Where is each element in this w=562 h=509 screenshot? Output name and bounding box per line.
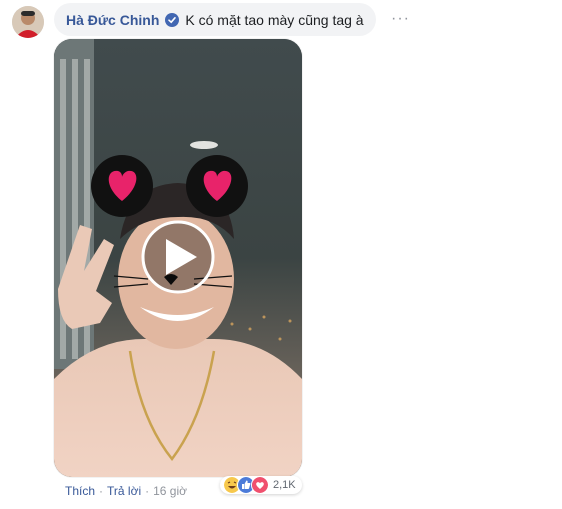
video-thumbnail: [54, 39, 302, 477]
avatar[interactable]: [12, 6, 44, 38]
avatar-image: [12, 6, 44, 38]
reply-link[interactable]: Trả lời: [107, 484, 141, 498]
reactions-summary[interactable]: 2,1K: [220, 476, 302, 494]
separator: ·: [99, 484, 104, 498]
reactions-count: 2,1K: [273, 479, 296, 491]
comment-bubble: Hà Đức Chinh K có mặt tao mày cũng tag à: [54, 3, 376, 36]
separator: ·: [145, 484, 150, 498]
verified-badge-icon: [165, 12, 180, 27]
timestamp[interactable]: 16 giờ: [153, 484, 187, 498]
play-icon[interactable]: [141, 220, 215, 294]
comment-actions: Thích · Trả lời · 16 giờ: [65, 484, 187, 498]
love-icon: [251, 476, 269, 494]
video-attachment[interactable]: [54, 39, 302, 477]
comment-text: K có mặt tao mày cũng tag à: [185, 11, 364, 28]
comment-author[interactable]: Hà Đức Chinh: [66, 12, 159, 28]
like-link[interactable]: Thích: [65, 484, 95, 498]
more-options-button[interactable]: ···: [391, 10, 410, 28]
